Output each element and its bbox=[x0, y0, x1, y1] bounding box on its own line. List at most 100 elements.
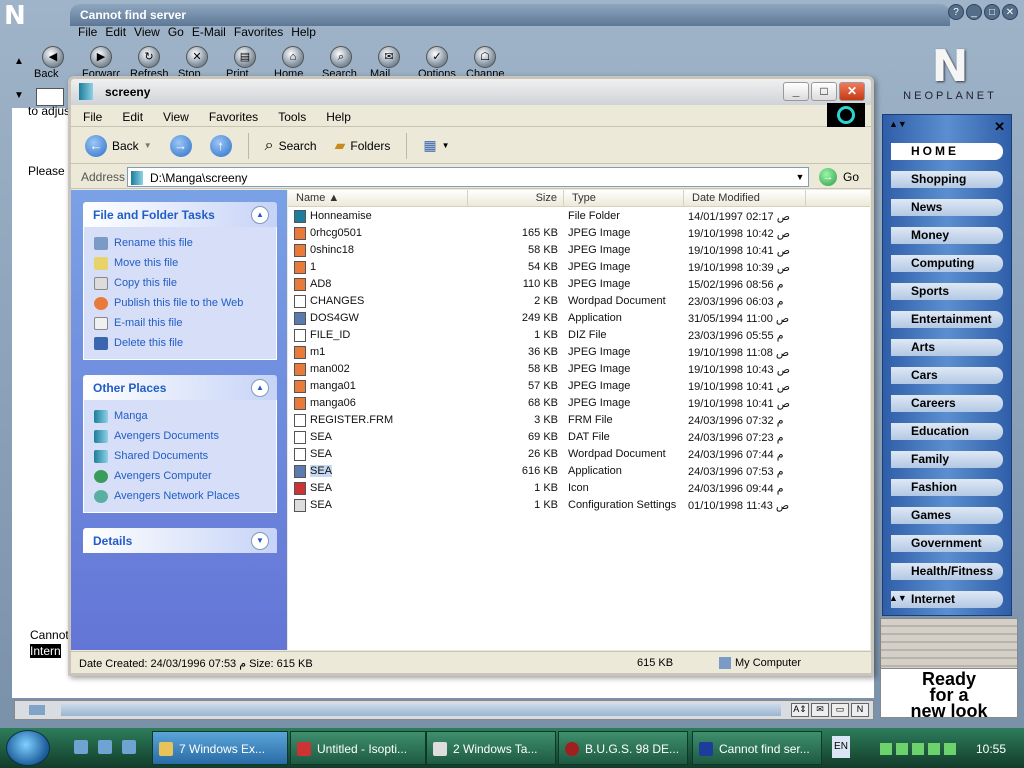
menu-go[interactable]: Go bbox=[168, 25, 184, 39]
column-type[interactable]: Type bbox=[564, 190, 684, 207]
side-nav-item[interactable]: Internet bbox=[891, 591, 1007, 615]
taskbar-button-browser[interactable]: Cannot find ser... bbox=[692, 731, 822, 765]
language-indicator[interactable]: EN bbox=[832, 736, 850, 758]
neoplanet-n-icon[interactable]: N bbox=[4, 3, 34, 29]
back-button[interactable]: ◀ Back bbox=[34, 46, 70, 81]
menu-favorites[interactable]: Favorites bbox=[209, 110, 258, 126]
taskbar-button-explorer[interactable]: 7 Windows Ex... bbox=[152, 731, 288, 765]
side-nav-item[interactable]: Education bbox=[891, 423, 1007, 447]
toolbar-collapse-icon[interactable]: ▲ bbox=[14, 56, 24, 67]
quicklaunch-icon[interactable] bbox=[74, 740, 88, 754]
file-row[interactable]: m1 36 KB JPEG Image 19/10/1998 11:08 ص bbox=[288, 344, 870, 361]
side-nav-item[interactable]: HOME bbox=[891, 143, 1007, 167]
up-button[interactable]: ↑ bbox=[204, 134, 238, 157]
close-icon[interactable]: ✕ bbox=[1002, 4, 1018, 20]
file-row[interactable]: SEA 1 KB Icon 24/03/1996 09:44 م bbox=[288, 480, 870, 497]
file-row[interactable]: AD8 110 KB JPEG Image 15/02/1996 08:56 م bbox=[288, 276, 870, 293]
file-row[interactable]: SEA 616 KB Application 24/03/1996 07:53 م bbox=[288, 463, 870, 480]
zone-icon[interactable]: A⇕ bbox=[791, 703, 809, 717]
file-row[interactable]: 0shinc18 58 KB JPEG Image 19/10/1998 10:41 … bbox=[288, 242, 870, 259]
taskbar-button-bugs[interactable]: B.U.G.S. 98 DE... bbox=[558, 731, 688, 765]
neoplanet-icon[interactable]: N bbox=[851, 703, 869, 717]
scroll-updown-icon[interactable]: ▲▼ bbox=[889, 593, 907, 603]
toolbar-expand-icon[interactable]: ▼ bbox=[14, 90, 24, 101]
side-nav-item[interactable]: Health/Fitness bbox=[891, 563, 1007, 587]
chevron-down-icon[interactable]: ▼ bbox=[792, 168, 808, 186]
place-manga[interactable]: Manga bbox=[94, 406, 276, 426]
menu-help[interactable]: Help bbox=[326, 110, 351, 126]
menu-view[interactable]: View bbox=[163, 110, 189, 126]
file-row[interactable]: 0rhcg0501 165 KB JPEG Image 19/10/1998 10:4… bbox=[288, 225, 870, 242]
file-row[interactable]: FILE_ID 1 KB DIZ File 23/03/1996 05:55 م bbox=[288, 327, 870, 344]
maximize-icon[interactable]: □ bbox=[984, 4, 1000, 20]
menu-help[interactable]: Help bbox=[291, 25, 316, 39]
side-nav-item[interactable]: Shopping bbox=[891, 171, 1007, 195]
place-shared-documents[interactable]: Shared Documents bbox=[94, 446, 276, 466]
taskbar-button-windows-ta[interactable]: 2 Windows Ta... bbox=[426, 731, 556, 765]
file-row[interactable]: SEA 69 KB DAT File 24/03/1996 07:23 م bbox=[288, 429, 870, 446]
side-nav-item[interactable]: Family bbox=[891, 451, 1007, 475]
side-nav-item[interactable]: Arts bbox=[891, 339, 1007, 363]
copy-file-link[interactable]: Copy this file bbox=[94, 273, 276, 293]
side-nav-item[interactable]: Fashion bbox=[891, 479, 1007, 503]
column-size[interactable]: Size bbox=[468, 190, 564, 207]
tray-icon[interactable] bbox=[928, 743, 940, 755]
ad-banner[interactable]: Ready for a new look bbox=[880, 618, 1018, 720]
delete-file-link[interactable]: Delete this file bbox=[94, 333, 276, 353]
quicklaunch-icon[interactable] bbox=[98, 740, 112, 754]
address-input[interactable]: D:\Manga\screeny ▼ bbox=[127, 167, 809, 187]
side-nav-item[interactable]: Games bbox=[891, 507, 1007, 531]
menu-tools[interactable]: Tools bbox=[278, 110, 306, 126]
menu-edit[interactable]: Edit bbox=[122, 110, 143, 126]
file-row[interactable]: manga06 68 KB JPEG Image 19/10/1998 10:41 ص bbox=[288, 395, 870, 412]
chevron-up-icon[interactable]: ▲ bbox=[251, 206, 269, 224]
side-nav-item[interactable]: Money bbox=[891, 227, 1007, 251]
tray-icon[interactable] bbox=[880, 743, 892, 755]
column-name[interactable]: Name ▲ bbox=[288, 190, 468, 207]
close-button[interactable]: ✕ bbox=[839, 82, 865, 101]
other-places-header[interactable]: Other Places ▲ bbox=[83, 375, 277, 400]
place-avengers-computer[interactable]: Avengers Computer bbox=[94, 466, 276, 486]
mail-icon[interactable]: ✉ bbox=[811, 703, 829, 717]
file-row[interactable]: 1 54 KB JPEG Image 19/10/1998 10:39 ص bbox=[288, 259, 870, 276]
clock[interactable]: 10:55 bbox=[976, 742, 1006, 756]
side-nav-item[interactable]: Careers bbox=[891, 395, 1007, 419]
side-nav-item[interactable]: Entertainment bbox=[891, 311, 1007, 335]
scroll-updown-icon[interactable]: ▲▼ bbox=[889, 119, 907, 129]
place-network-places[interactable]: Avengers Network Places bbox=[94, 486, 276, 506]
search-button[interactable]: ⌕ Search bbox=[259, 137, 323, 155]
chevron-down-icon[interactable]: ▼ bbox=[251, 532, 269, 550]
file-row[interactable]: DOS4GW 249 KB Application 31/05/1994 11:00 … bbox=[288, 310, 870, 327]
file-row[interactable]: SEA 1 KB Configuration Settings 01/10/1998 … bbox=[288, 497, 870, 514]
side-nav-item[interactable]: Cars bbox=[891, 367, 1007, 391]
maximize-button[interactable]: □ bbox=[811, 82, 837, 101]
side-nav-item[interactable]: Computing bbox=[891, 255, 1007, 279]
tray-icon[interactable] bbox=[912, 743, 924, 755]
taskbar-button-isopti[interactable]: Untitled - Isopti... bbox=[290, 731, 426, 765]
menu-edit[interactable]: Edit bbox=[105, 25, 126, 39]
file-row[interactable]: Honneamise File Folder 14/01/1997 02:17 ص bbox=[288, 208, 870, 225]
file-folder-tasks-header[interactable]: File and Folder Tasks ▲ bbox=[83, 202, 277, 227]
file-row[interactable]: man002 58 KB JPEG Image 19/10/1998 10:43 ص bbox=[288, 361, 870, 378]
screen-icon[interactable]: ▭ bbox=[831, 703, 849, 717]
help-icon[interactable]: ? bbox=[948, 4, 964, 20]
folders-button[interactable]: ▰ Folders bbox=[329, 137, 397, 154]
menu-email[interactable]: E-Mail bbox=[192, 25, 226, 39]
side-nav-item[interactable]: Government bbox=[891, 535, 1007, 559]
forward-button[interactable]: → bbox=[164, 134, 198, 157]
start-button[interactable] bbox=[6, 730, 50, 766]
publish-file-link[interactable]: Publish this file to the Web bbox=[94, 293, 276, 313]
menu-file[interactable]: File bbox=[83, 110, 102, 126]
minimize-icon[interactable]: _ bbox=[966, 4, 982, 20]
move-file-link[interactable]: Move this file bbox=[94, 253, 276, 273]
minimize-button[interactable]: _ bbox=[783, 82, 809, 101]
browser-title-bar[interactable]: Cannot find server bbox=[70, 4, 950, 26]
chevron-up-icon[interactable]: ▲ bbox=[251, 379, 269, 397]
close-icon[interactable]: ✕ bbox=[994, 119, 1005, 135]
column-date[interactable]: Date Modified bbox=[684, 190, 806, 207]
place-avengers-documents[interactable]: Avengers Documents bbox=[94, 426, 276, 446]
side-nav-item[interactable]: News bbox=[891, 199, 1007, 223]
email-file-link[interactable]: E-mail this file bbox=[94, 313, 276, 333]
file-row[interactable]: manga01 57 KB JPEG Image 19/10/1998 10:41 ص bbox=[288, 378, 870, 395]
details-header[interactable]: Details ▼ bbox=[83, 528, 277, 553]
